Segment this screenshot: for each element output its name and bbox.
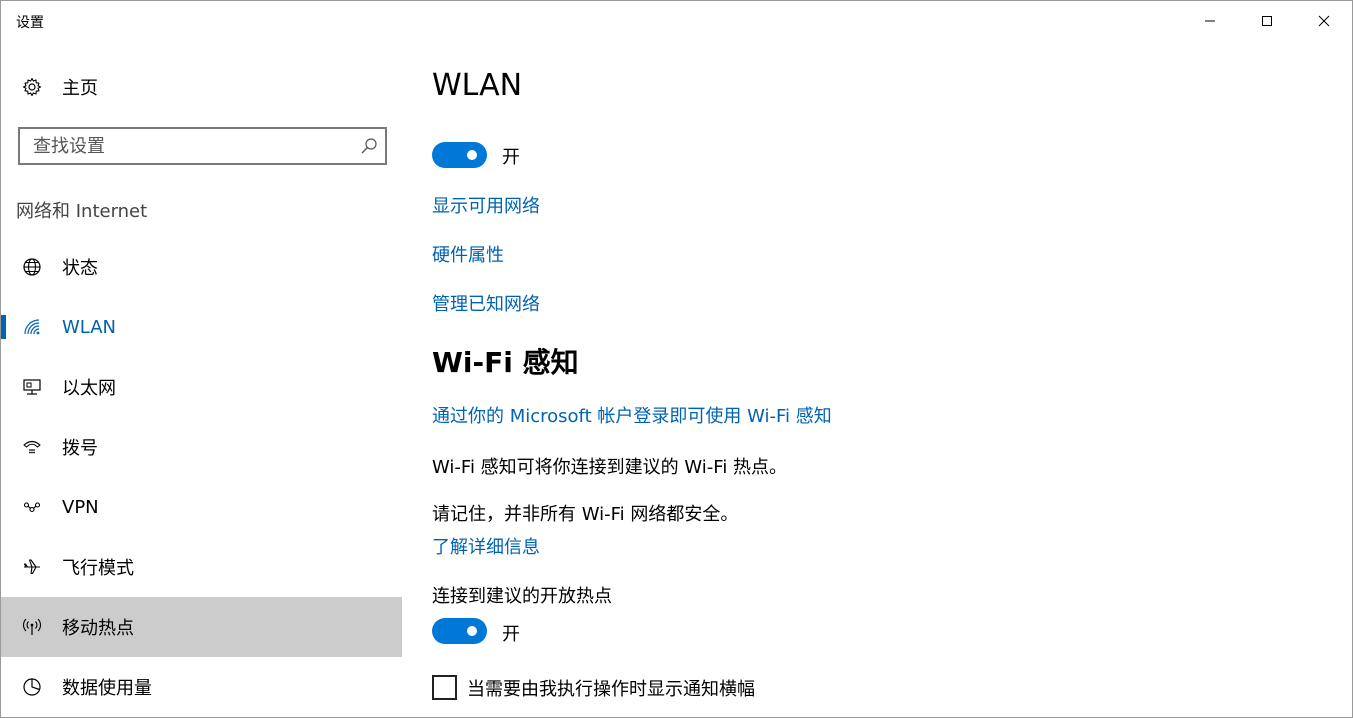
connect-hotspots-label: 连接到建议的开放热点 <box>432 586 612 607</box>
wifi-sense-heading: Wi-Fi 感知 <box>432 346 579 379</box>
sidebar-item-label: 移动热点 <box>62 618 134 639</box>
sidebar-item-data-usage[interactable]: 数据使用量 <box>1 657 402 717</box>
sidebar-item-label: 飞行模式 <box>62 558 134 579</box>
settings-window: 设置 主页 网络和 Int <box>0 0 1353 718</box>
sidebar-item-label: 状态 <box>62 258 98 279</box>
sidebar-item-vpn[interactable]: VPN <box>1 477 402 537</box>
minimize-icon <box>1205 20 1215 22</box>
wlan-toggle-label: 开 <box>502 147 520 168</box>
window-title: 设置 <box>16 15 44 31</box>
dialup-icon <box>21 436 43 458</box>
manage-known-networks-link[interactable]: 管理已知网络 <box>432 290 540 316</box>
show-available-networks-link[interactable]: 显示可用网络 <box>432 192 540 218</box>
data-usage-icon <box>21 676 43 698</box>
sidebar-item-label: 数据使用量 <box>62 678 152 699</box>
minimize-button[interactable] <box>1181 1 1239 41</box>
notify-banner-label: 当需要由我执行操作时显示通知横幅 <box>467 679 755 700</box>
sidebar-item-label: VPN <box>62 496 99 518</box>
hotspot-icon <box>21 616 43 638</box>
ethernet-icon <box>21 376 43 398</box>
learn-more-link[interactable]: 了解详细信息 <box>432 533 540 559</box>
globe-icon <box>21 256 43 278</box>
connect-hotspots-toggle-label: 开 <box>502 624 520 645</box>
sidebar-item-label: WLAN <box>62 316 117 338</box>
maximize-icon <box>1262 16 1272 26</box>
wifi-sense-warning: 请记住，并非所有 Wi-Fi 网络都安全。 <box>432 504 739 525</box>
airplane-icon <box>21 556 43 578</box>
sidebar-item-airplane-mode[interactable]: 飞行模式 <box>1 537 402 597</box>
maximize-button[interactable] <box>1238 1 1296 41</box>
sidebar-item-home[interactable]: 主页 <box>1 57 402 117</box>
sidebar-item-status[interactable]: 状态 <box>1 237 402 297</box>
sidebar-item-ethernet[interactable]: 以太网 <box>1 357 402 417</box>
sidebar-item-dialup[interactable]: 拨号 <box>1 417 402 477</box>
sidebar-item-mobile-hotspot[interactable]: 移动热点 <box>1 597 402 657</box>
main-content: WLAN 开 显示可用网络 硬件属性 管理已知网络 Wi-Fi 感知 通过你的 … <box>432 41 1332 717</box>
sidebar-item-wlan[interactable]: WLAN <box>1 297 402 357</box>
search-box[interactable] <box>18 127 387 165</box>
wlan-toggle[interactable] <box>432 142 487 168</box>
gear-icon <box>21 76 43 98</box>
page-title: WLAN <box>432 68 523 103</box>
toggle-knob <box>467 626 477 636</box>
wifi-icon <box>21 316 43 338</box>
section-heading: 网络和 Internet <box>16 201 148 222</box>
connect-hotspots-toggle[interactable] <box>432 618 487 644</box>
hardware-properties-link[interactable]: 硬件属性 <box>432 241 504 267</box>
toggle-knob <box>467 150 477 160</box>
close-icon <box>1318 15 1330 27</box>
wifi-sense-description: Wi-Fi 感知可将你连接到建议的 Wi-Fi 热点。 <box>432 457 788 478</box>
microsoft-account-signin-link[interactable]: 通过你的 Microsoft 帐户登录即可使用 Wi-Fi 感知 <box>432 402 832 428</box>
search-input[interactable] <box>20 129 350 163</box>
vpn-icon <box>21 496 43 518</box>
sidebar-item-label: 主页 <box>62 78 98 99</box>
notify-banner-checkbox[interactable] <box>432 675 457 700</box>
sidebar-item-label: 以太网 <box>62 378 116 399</box>
sidebar-item-label: 拨号 <box>62 438 98 459</box>
close-button[interactable] <box>1295 1 1353 41</box>
active-indicator <box>1 315 6 339</box>
sidebar: 主页 网络和 Internet 状态 <box>1 41 402 717</box>
title-bar: 设置 <box>1 1 1352 41</box>
search-icon[interactable] <box>360 137 378 155</box>
